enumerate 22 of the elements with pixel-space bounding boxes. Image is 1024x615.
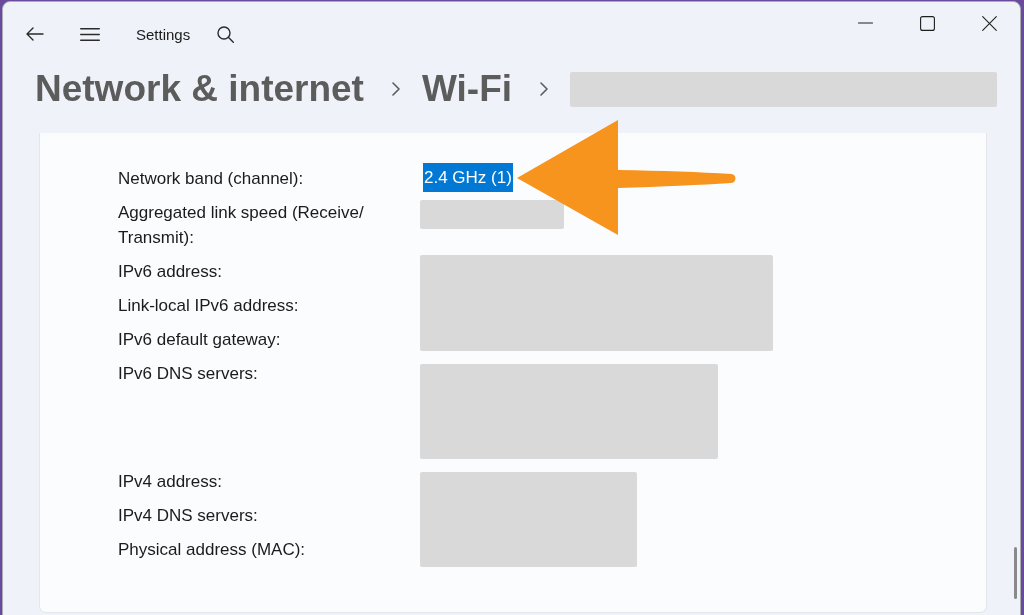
property-value: 2.4 GHz (1) (423, 163, 513, 192)
property-label: Physical address (MAC): (118, 538, 307, 561)
property-label: IPv6 default gateway: (118, 328, 282, 351)
property-label: IPv6 DNS servers: (118, 362, 259, 385)
menu-icon[interactable] (80, 27, 100, 41)
scrollbar-thumb[interactable] (1014, 547, 1017, 599)
close-icon[interactable] (981, 15, 997, 31)
breadcrumb-item[interactable]: Network & internet (35, 67, 364, 111)
breadcrumb-item[interactable]: Wi-Fi (421, 67, 513, 111)
window-title: Settings (136, 25, 191, 43)
search-icon[interactable] (217, 25, 235, 43)
property-label: Link-local IPv6 address: (118, 294, 300, 317)
property-label: Aggregated link speed (Receive/ Transmit): (118, 201, 365, 249)
minimize-icon[interactable] (857, 22, 873, 24)
chevron-right-icon (391, 82, 400, 96)
property-label: IPv4 DNS servers: (118, 504, 259, 527)
back-arrow-icon[interactable] (26, 27, 44, 41)
chevron-right-icon (540, 82, 549, 96)
property-label: IPv4 address: (118, 470, 223, 493)
maximize-icon[interactable] (919, 15, 935, 31)
property-label: IPv6 address: (118, 260, 223, 283)
property-label: Network band (channel): (118, 167, 305, 190)
